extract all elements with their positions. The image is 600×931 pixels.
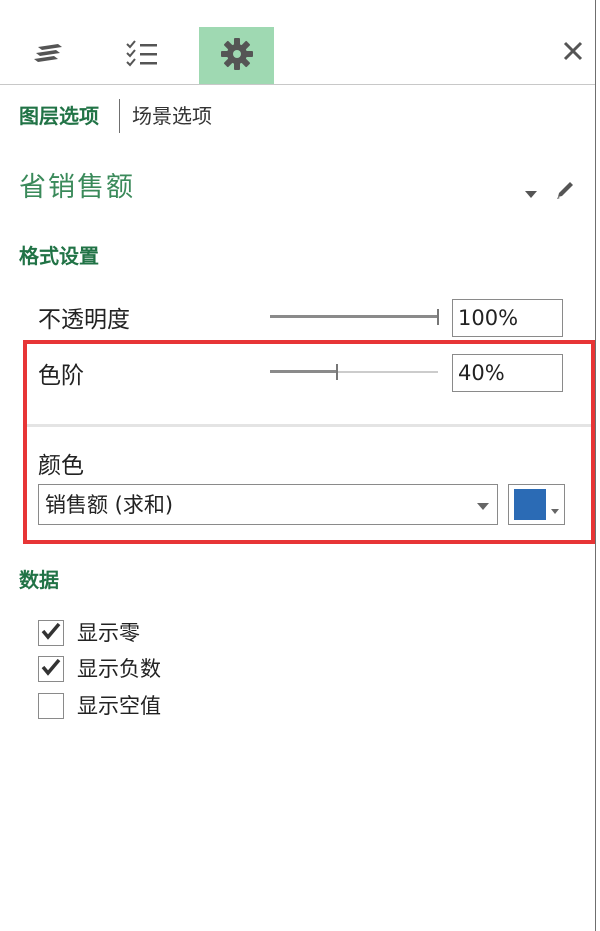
checkmark-icon [41, 658, 61, 680]
tab-layers[interactable] [10, 27, 85, 84]
show-zero-option[interactable]: 显示零 [38, 619, 140, 647]
data-header: 数据 [19, 568, 59, 592]
chevron-down-icon [477, 498, 489, 510]
panel-right-edge [595, 0, 596, 931]
show-zero-label: 显示零 [77, 621, 140, 645]
show-null-label: 显示空值 [77, 694, 161, 718]
format-settings-header: 格式设置 [19, 244, 99, 268]
close-icon [563, 41, 583, 65]
opacity-label: 不透明度 [38, 307, 130, 333]
tab-settings[interactable] [199, 27, 274, 84]
color-scale-input[interactable] [452, 354, 563, 392]
opacity-slider-thumb[interactable] [437, 309, 439, 325]
color-scale-label: 色阶 [38, 363, 84, 389]
layer-dropdown-button[interactable] [520, 182, 542, 204]
layer-name[interactable]: 省销售额 [19, 168, 135, 208]
color-scale-slider[interactable] [270, 360, 440, 384]
tab-fields[interactable] [104, 27, 179, 84]
pencil-icon [554, 179, 576, 205]
show-zero-checkbox[interactable] [38, 620, 64, 646]
color-picker-button[interactable] [508, 484, 565, 525]
color-scale-slider-thumb[interactable] [336, 364, 338, 380]
toolbar-divider [0, 84, 595, 85]
rename-layer-button[interactable] [551, 178, 579, 206]
tab-layer-options[interactable]: 图层选项 [19, 101, 99, 131]
chevron-down-icon [551, 501, 559, 514]
opacity-slider[interactable] [270, 305, 440, 329]
show-negative-option[interactable]: 显示负数 [38, 655, 161, 683]
opacity-input[interactable] [452, 299, 563, 337]
show-null-option[interactable]: 显示空值 [38, 692, 161, 720]
show-negative-label: 显示负数 [77, 657, 161, 681]
layers-icon [33, 41, 63, 71]
checklist-icon [125, 39, 159, 73]
color-label: 颜色 [38, 453, 84, 479]
section-divider [27, 424, 591, 427]
show-null-checkbox[interactable] [38, 693, 64, 719]
tab-scene-options[interactable]: 场景选项 [132, 101, 212, 131]
chevron-down-icon [525, 184, 537, 203]
close-button[interactable] [558, 38, 588, 68]
show-negative-checkbox[interactable] [38, 656, 64, 682]
gear-icon [220, 37, 254, 75]
color-swatch [514, 489, 546, 520]
subtab-separator [119, 99, 120, 133]
color-field-value: 销售额 (求和) [45, 493, 174, 517]
color-field-select[interactable]: 销售额 (求和) [38, 484, 498, 525]
opacity-slider-fill [270, 315, 438, 318]
color-scale-slider-fill [270, 370, 337, 373]
checkmark-icon [41, 622, 61, 644]
